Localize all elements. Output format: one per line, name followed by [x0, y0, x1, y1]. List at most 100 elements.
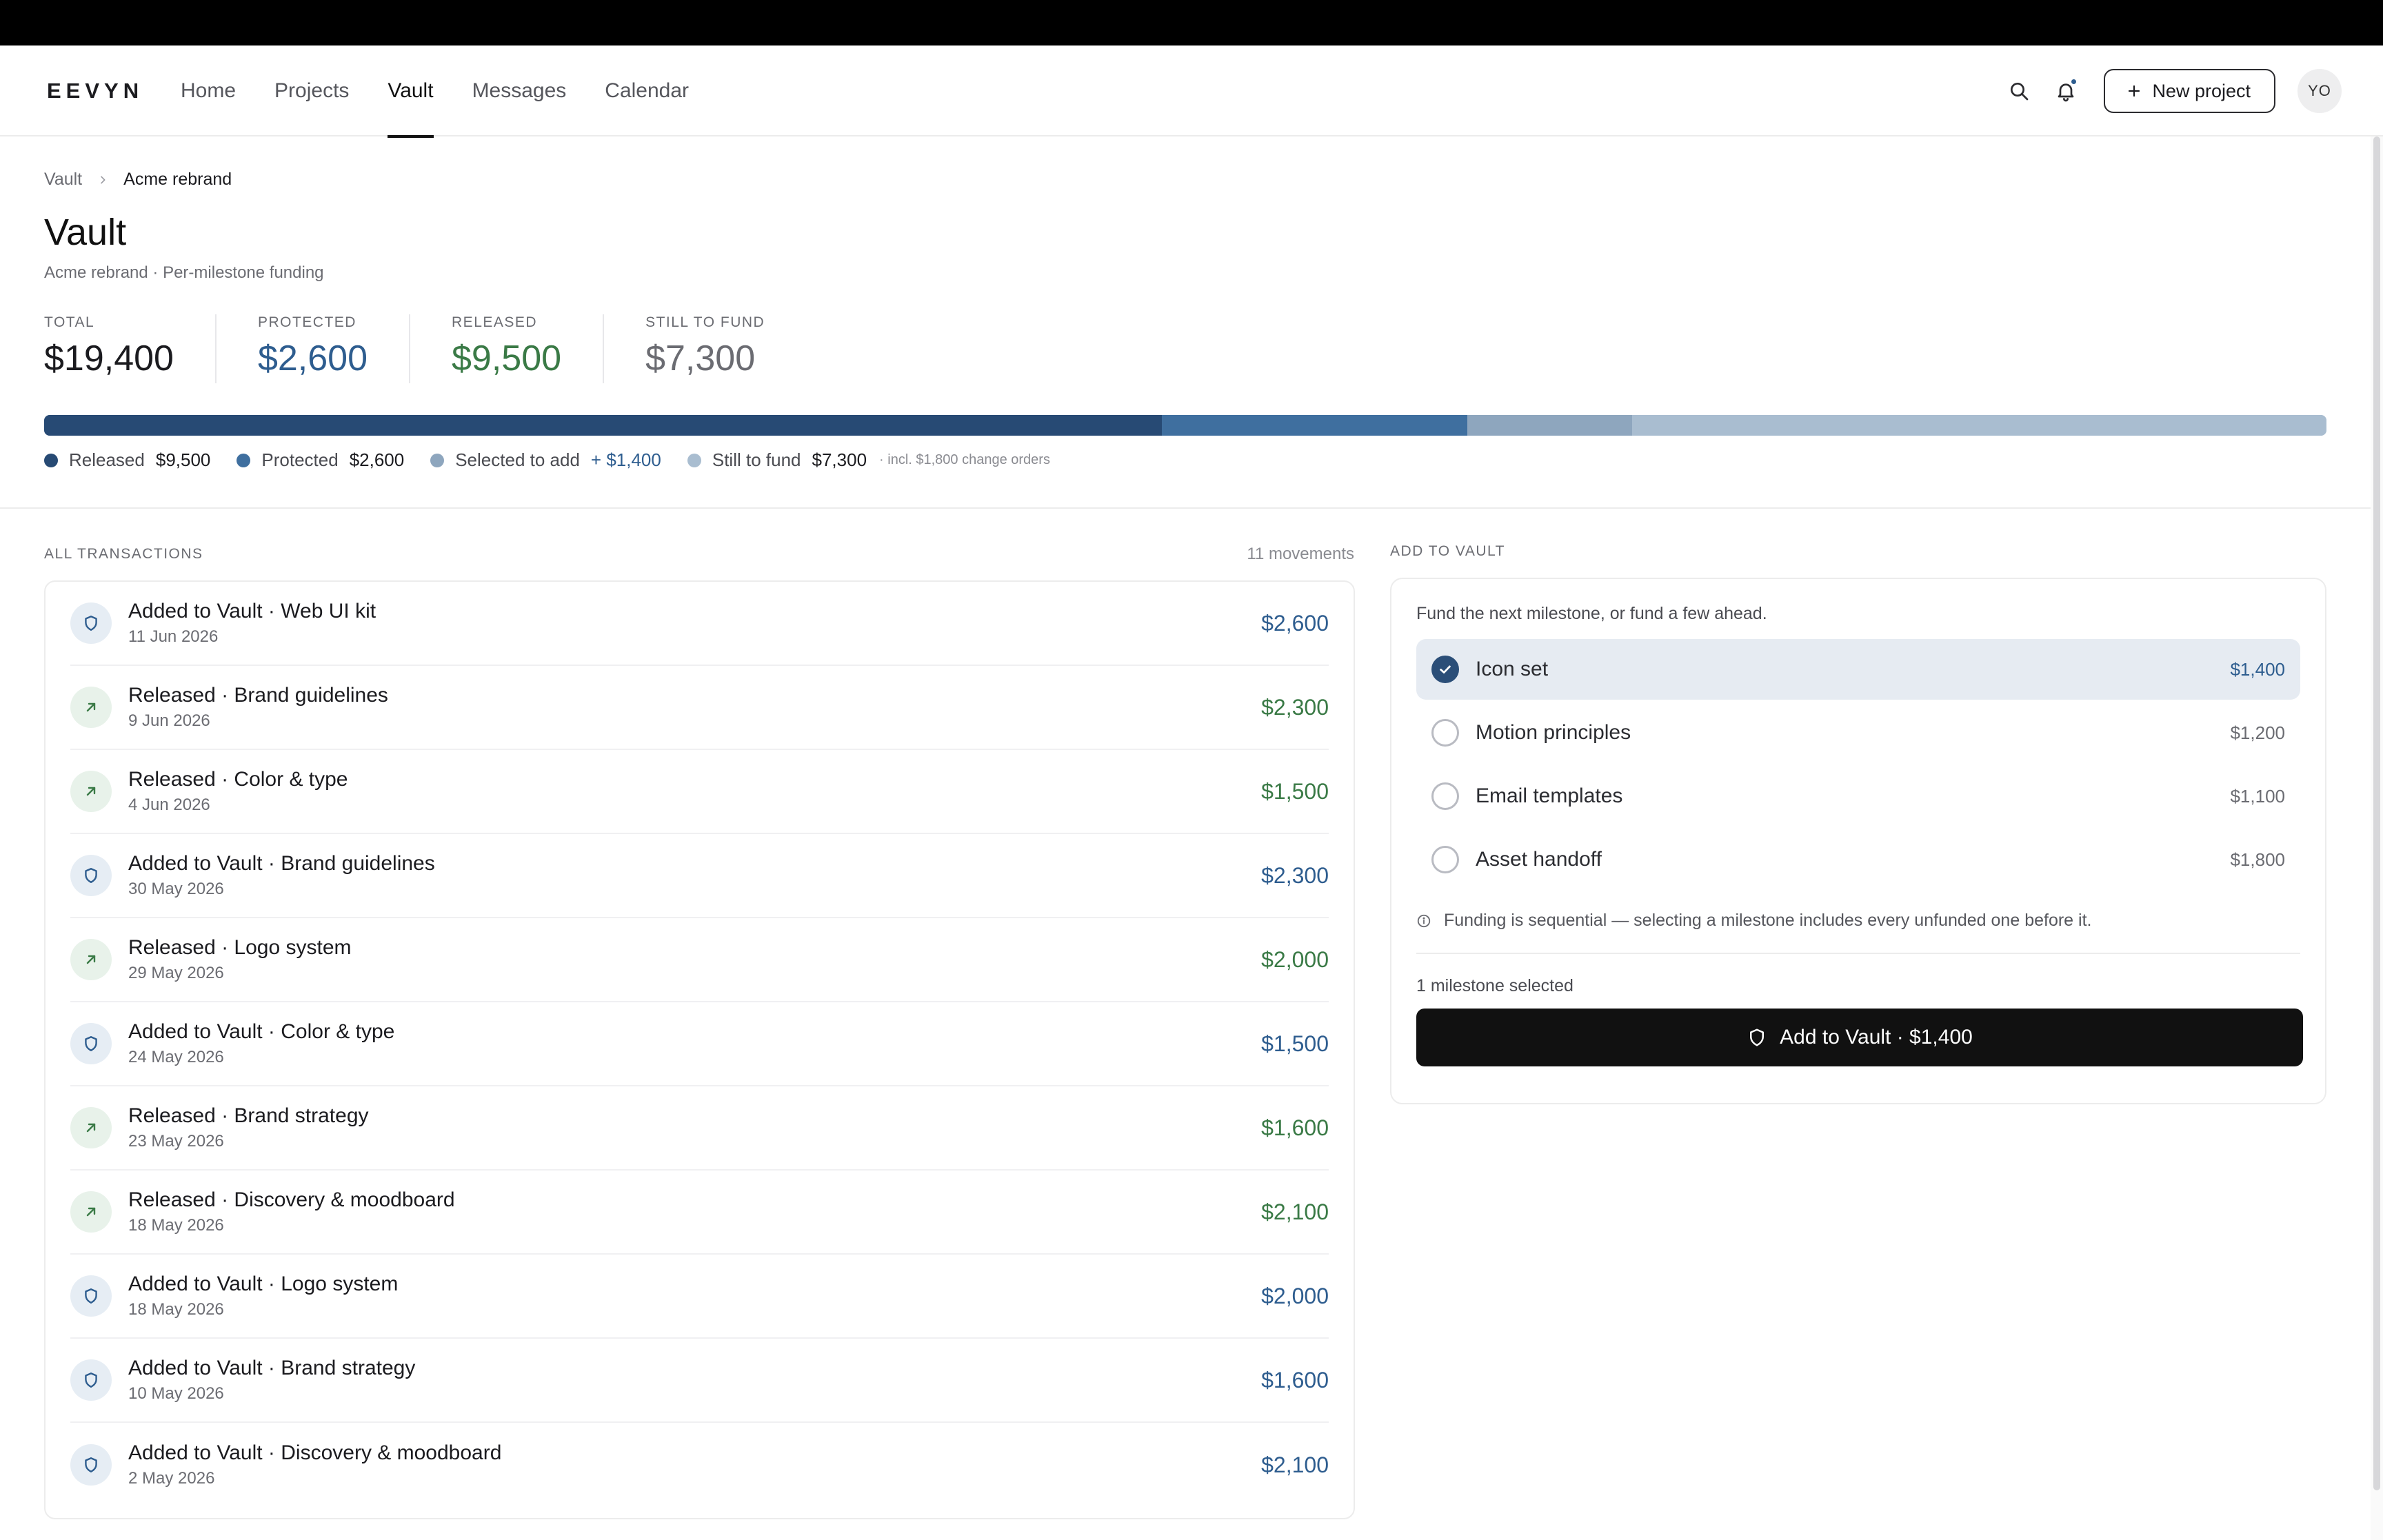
nav-projects[interactable]: Projects	[274, 45, 349, 136]
funding-progress-bar	[44, 415, 2326, 436]
add-to-vault-button[interactable]: Add to Vault · $1,400	[1416, 1009, 2303, 1066]
milestone-option[interactable]: Motion principles $1,200	[1416, 702, 2300, 763]
stat-value: $7,300	[645, 338, 756, 378]
legend-dot	[237, 453, 251, 467]
transaction-amount: $1,500	[1261, 778, 1329, 804]
transaction-row[interactable]: Released · Color & type 4 Jun 2026 $1,500	[70, 750, 1329, 834]
transaction-title: Released · Logo system	[128, 936, 352, 959]
transaction-text: Released · Brand guidelines 9 Jun 2026	[128, 684, 1261, 731]
page-title: Vault	[44, 212, 127, 253]
milestone-option[interactable]: Asset handoff $1,800	[1416, 829, 2300, 890]
milestone-option[interactable]: Icon set $1,400	[1416, 639, 2300, 700]
milestone-checkbox[interactable]	[1431, 846, 1459, 873]
nav-calendar[interactable]: Calendar	[605, 45, 689, 136]
shield-icon	[70, 1275, 112, 1317]
progress-segment-protected	[1161, 415, 1468, 436]
shield-icon	[70, 1023, 112, 1064]
legend-dot	[687, 453, 701, 467]
shield-icon	[70, 1359, 112, 1401]
search-icon	[2011, 83, 2029, 101]
legend-protected: Protected $2,600	[237, 449, 404, 471]
transaction-row[interactable]: Released · Logo system 29 May 2026 $2,000	[70, 918, 1329, 1002]
milestone-option[interactable]: Email templates $1,100	[1416, 766, 2300, 827]
transaction-text: Added to Vault · Brand guidelines 30 May …	[128, 852, 1261, 899]
transaction-amount: $1,500	[1261, 1031, 1329, 1056]
page-subtitle: Acme rebrand · Per-milestone funding	[44, 263, 324, 282]
transaction-date: 29 May 2026	[128, 964, 224, 982]
nav-messages[interactable]: Messages	[472, 45, 567, 136]
logo[interactable]: EEVYN	[47, 79, 143, 103]
transaction-amount: $2,100	[1261, 1452, 1329, 1477]
legend-dot	[430, 453, 445, 467]
notifications-button[interactable]	[2047, 72, 2084, 110]
transaction-amount: $2,000	[1261, 946, 1329, 972]
transaction-row[interactable]: Added to Vault · Brand guidelines 30 May …	[70, 834, 1329, 918]
funding-note-text: Funding is sequential — selecting a mile…	[1444, 911, 2092, 930]
avatar[interactable]: YO	[2297, 69, 2342, 113]
window-top-bar	[0, 0, 2383, 45]
legend-selected: Selected to add + $1,400	[430, 449, 661, 471]
transaction-row[interactable]: Released · Brand guidelines 9 Jun 2026 $2,…	[70, 666, 1329, 750]
milestone-checkbox[interactable]	[1431, 656, 1459, 683]
progress-segment-released	[44, 415, 1162, 436]
info-icon	[1417, 914, 1431, 927]
transaction-row[interactable]: Added to Vault · Web UI kit 11 Jun 2026 $2…	[70, 582, 1329, 666]
nav-home[interactable]: Home	[181, 45, 236, 136]
nav-vault[interactable]: Vault	[388, 45, 434, 138]
transaction-text: Added to Vault · Logo system 18 May 2026	[128, 1273, 1261, 1319]
transaction-row[interactable]: Released · Brand strategy 23 May 2026 $1,6…	[70, 1086, 1329, 1171]
transaction-title: Added to Vault · Web UI kit	[128, 600, 376, 622]
transaction-text: Added to Vault · Discovery & moodboard 2 …	[128, 1441, 1261, 1488]
progress-segment-still-to-fund	[1632, 415, 2326, 436]
transaction-date: 9 Jun 2026	[128, 711, 210, 730]
stat-protected: PROTECTED $2,600	[258, 314, 411, 383]
arrow-up-right-icon	[70, 771, 112, 812]
breadcrumb-vault[interactable]: Vault	[44, 170, 82, 190]
page-scrollbar[interactable]	[2371, 136, 2383, 1540]
transaction-row[interactable]: Added to Vault · Color & type 24 May 2026…	[70, 1002, 1329, 1086]
transaction-amount: $1,600	[1261, 1115, 1329, 1140]
legend-released: Released $9,500	[44, 449, 210, 471]
transaction-row[interactable]: Added to Vault · Logo system 18 May 2026 $…	[70, 1255, 1329, 1339]
milestone-amount: $1,800	[2230, 849, 2285, 870]
app-header: EEVYN Home Projects Vault Messages Calen…	[0, 45, 2383, 138]
transaction-row[interactable]: Released · Discovery & moodboard 18 May 2…	[70, 1171, 1329, 1255]
funding-legend: Released $9,500 Protected $2,600 Selecte…	[44, 449, 1050, 471]
transaction-text: Added to Vault · Color & type 24 May 2026	[128, 1020, 1261, 1067]
legend-label: Still to fund	[712, 449, 801, 470]
milestone-amount: $1,400	[2230, 658, 2285, 680]
milestone-amount: $1,100	[2230, 785, 2285, 807]
scrollbar-thumb[interactable]	[2373, 136, 2380, 1490]
milestone-checkbox[interactable]	[1431, 782, 1459, 810]
transaction-amount: $2,000	[1261, 1283, 1329, 1308]
stat-still-to-fund: STILL TO FUND $7,300	[645, 314, 806, 383]
transactions-list: Added to Vault · Web UI kit 11 Jun 2026 $2…	[44, 580, 1355, 1519]
stat-value: $19,400	[44, 338, 174, 378]
milestone-name: Email templates	[1476, 784, 1623, 807]
transaction-title: Added to Vault · Brand strategy	[128, 1357, 416, 1379]
new-project-button[interactable]: New project	[2104, 69, 2275, 113]
breadcrumb: Vault Acme rebrand	[44, 170, 232, 190]
breadcrumb-current: Acme rebrand	[123, 170, 232, 189]
shield-icon	[70, 602, 112, 644]
transaction-date: 24 May 2026	[128, 1048, 224, 1066]
add-to-vault-button-label: Add to Vault · $1,400	[1780, 1026, 1973, 1048]
transaction-row[interactable]: Added to Vault · Brand strategy 10 May 20…	[70, 1339, 1329, 1423]
transaction-title: Added to Vault · Discovery & moodboard	[128, 1441, 502, 1464]
stat-label: STILL TO FUND	[645, 314, 765, 330]
milestone-checkbox[interactable]	[1431, 719, 1459, 747]
legend-label: Protected	[261, 449, 339, 470]
transaction-date: 18 May 2026	[128, 1216, 224, 1235]
section-divider	[0, 507, 2371, 509]
transaction-text: Released · Logo system 29 May 2026	[128, 936, 1261, 983]
transaction-amount: $2,600	[1261, 610, 1329, 636]
transaction-date: 2 May 2026	[128, 1469, 215, 1488]
search-button[interactable]	[2000, 72, 2038, 110]
legend-still-to-fund: Still to fund $7,300	[687, 449, 867, 471]
funding-note: Funding is sequential — selecting a mile…	[1416, 893, 2300, 954]
milestone-name: Asset handoff	[1476, 848, 1602, 871]
transactions-header: ALL TRANSACTIONS 11 movements	[44, 545, 1354, 564]
add-to-vault-intro: Fund the next milestone, or fund a few a…	[1416, 604, 1767, 623]
transaction-row[interactable]: Added to Vault · Discovery & moodboard 2 …	[70, 1423, 1329, 1507]
legend-label: Released	[69, 449, 145, 470]
